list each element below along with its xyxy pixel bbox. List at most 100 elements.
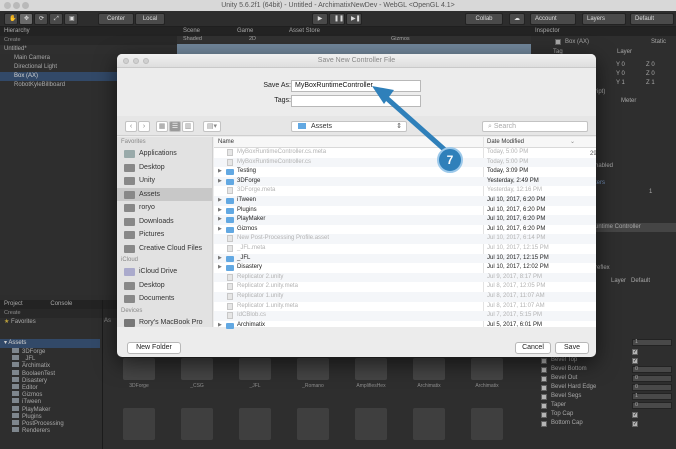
- pause-icon: ❚❚: [334, 16, 345, 22]
- file-row[interactable]: Replicator 2.unity.meta Jul 8, 2017, 12:0…: [214, 282, 596, 292]
- sidebar-item[interactable]: Applications: [117, 147, 212, 161]
- window-titlebar: Unity 5.6.2f1 (64bit) - Untitled - Archi…: [0, 0, 676, 11]
- document-icon: [227, 187, 233, 195]
- play-button[interactable]: ▶: [312, 13, 328, 25]
- file-row[interactable]: ▶ PlayMaker Jul 10, 2017, 6:20 PM: [214, 215, 596, 225]
- file-list: Name Date Modified ⌄ MyBoxRuntimeControl…: [214, 137, 596, 329]
- file-date: Jul 10, 2017, 12:15 PM: [487, 254, 549, 261]
- disclosure-triangle-icon[interactable]: ▶: [218, 206, 222, 216]
- document-icon: [227, 244, 233, 252]
- move-tool-button[interactable]: ✥: [19, 13, 33, 25]
- save-button[interactable]: Save: [555, 342, 589, 354]
- pivot-local-button[interactable]: Local: [135, 13, 165, 25]
- disclosure-triangle-icon[interactable]: ▶: [218, 196, 222, 206]
- file-row[interactable]: Replicator 2.unity Jul 9, 2017, 8:17 PM: [214, 272, 596, 283]
- sidebar-item[interactable]: roryo: [117, 201, 212, 215]
- chevron-left-icon: ‹: [129, 123, 133, 130]
- disclosure-triangle-icon[interactable]: ▶: [218, 177, 222, 187]
- step-button[interactable]: ▶❚: [346, 13, 362, 25]
- file-row[interactable]: Replicator 1.unity.meta Jul 8, 2017, 11:0…: [214, 302, 596, 312]
- chevron-right-icon: ›: [142, 123, 146, 130]
- file-row[interactable]: IdCBlob.cs Jul 7, 2017, 5:15 PM: [214, 311, 596, 321]
- minimize-window-button[interactable]: [13, 2, 20, 9]
- file-name: New Post-Processing Profile.asset: [237, 235, 330, 242]
- folder-icon: [124, 150, 135, 158]
- folder-icon: [124, 268, 135, 276]
- layout-dropdown[interactable]: Default: [630, 13, 674, 25]
- file-date: Jul 5, 2017, 6:01 PM: [487, 321, 543, 328]
- columns-icon: ▥: [184, 123, 192, 130]
- folder-icon: [226, 322, 234, 329]
- forward-button[interactable]: ›: [138, 121, 150, 132]
- cloud-button[interactable]: ☁: [509, 13, 525, 25]
- sidebar-item[interactable]: Rory's MacBook Pro: [117, 316, 212, 330]
- file-row[interactable]: 3DForge.meta Yesterday, 12:16 PM: [214, 186, 596, 196]
- arrange-button[interactable]: ▤▾: [203, 121, 221, 132]
- file-row[interactable]: _JFL.meta Jul 10, 2017, 12:15 PM: [214, 244, 596, 254]
- sidebar-item[interactable]: Downloads: [117, 215, 212, 229]
- file-row[interactable]: ▶ 3DForge Yesterday, 2:49 PM: [214, 176, 596, 187]
- sidebar-item[interactable]: Creative Cloud Files: [117, 242, 212, 256]
- sidebar-item[interactable]: Assets: [117, 187, 212, 201]
- column-view-button[interactable]: ▥: [182, 121, 194, 132]
- file-name: Plugins: [237, 206, 257, 213]
- file-date: Yesterday, 2:49 PM: [487, 177, 539, 184]
- file-row[interactable]: Replicator 1.unity Jul 8, 2017, 11:07 AM: [214, 291, 596, 302]
- file-date: Yesterday, 12:16 PM: [487, 187, 543, 194]
- list-view-button[interactable]: ☰: [169, 121, 181, 132]
- date-column-header[interactable]: Date Modified: [487, 137, 524, 148]
- file-row[interactable]: ▶ Disastery Jul 10, 2017, 12:02 PM: [214, 263, 596, 273]
- sidebar-item[interactable]: Pictures: [117, 228, 212, 242]
- file-row[interactable]: New Post-Processing Profile.asset Jul 10,…: [214, 234, 596, 244]
- pivot-center-button[interactable]: Center: [98, 13, 134, 25]
- sidebar-item[interactable]: iCloud Drive: [117, 265, 212, 279]
- scale-tool-button[interactable]: ⤢: [49, 13, 63, 25]
- disclosure-triangle-icon[interactable]: ▶: [218, 321, 222, 331]
- folder-icon: [298, 123, 306, 130]
- layers-dropdown[interactable]: Layers: [582, 13, 626, 25]
- name-column-header[interactable]: Name: [218, 137, 234, 148]
- back-button[interactable]: ‹: [125, 121, 137, 132]
- sidebar-item[interactable]: Documents: [117, 292, 212, 306]
- dialog-minimize-button[interactable]: [133, 58, 139, 64]
- file-row[interactable]: ▶ Archimatix Jul 5, 2017, 6:01 PM: [214, 321, 596, 331]
- new-folder-button[interactable]: New Folder: [127, 342, 181, 354]
- disclosure-triangle-icon[interactable]: ▶: [218, 263, 222, 273]
- icon-view-button[interactable]: ▦: [156, 121, 168, 132]
- folder-icon: [124, 295, 135, 303]
- folder-icon: [124, 177, 135, 185]
- rect-tool-button[interactable]: ▣: [64, 13, 78, 25]
- folder-icon: [124, 231, 135, 239]
- file-name: Gizmos: [237, 225, 258, 232]
- sidebar-section-header: Devices: [121, 307, 143, 314]
- scale-icon: ⤢: [54, 16, 59, 22]
- document-icon: [227, 283, 233, 291]
- sidebar-item[interactable]: Desktop: [117, 161, 212, 175]
- file-row[interactable]: ▶ Plugins Jul 10, 2017, 6:20 PM: [214, 206, 596, 216]
- cancel-button[interactable]: Cancel: [515, 342, 551, 354]
- collab-button[interactable]: Collab: [465, 13, 503, 25]
- sidebar-item[interactable]: Desktop: [117, 279, 212, 293]
- dialog-close-button[interactable]: [123, 58, 129, 64]
- search-field[interactable]: ⌕ Search: [482, 121, 588, 132]
- file-row[interactable]: ▶ Gizmos Jul 10, 2017, 6:20 PM: [214, 225, 596, 235]
- disclosure-triangle-icon[interactable]: ▶: [218, 254, 222, 264]
- account-dropdown[interactable]: Account: [530, 13, 576, 25]
- disclosure-triangle-icon[interactable]: ▶: [218, 225, 222, 235]
- file-row[interactable]: ▶ iTween Jul 10, 2017, 6:20 PM: [214, 195, 596, 206]
- sidebar-item[interactable]: Unity: [117, 174, 212, 188]
- close-window-button[interactable]: [4, 2, 11, 9]
- zoom-window-button[interactable]: [22, 2, 29, 9]
- file-name: MyBoxRuntimeController.cs.meta: [237, 149, 327, 155]
- pause-button[interactable]: ❚❚: [329, 13, 345, 25]
- document-icon: [227, 273, 233, 281]
- dialog-zoom-button[interactable]: [143, 58, 149, 64]
- rotate-tool-button[interactable]: ⟳: [34, 13, 48, 25]
- hand-tool-button[interactable]: ✋: [4, 13, 18, 25]
- folder-icon: [226, 178, 234, 185]
- file-row[interactable]: ▶ _JFL Jul 10, 2017, 12:15 PM: [214, 253, 596, 264]
- file-name: _JFL.meta: [237, 244, 266, 251]
- disclosure-triangle-icon[interactable]: ▶: [218, 215, 222, 225]
- disclosure-triangle-icon[interactable]: ▶: [218, 167, 222, 177]
- file-row[interactable]: ▶ Testing Today, 3:09 PM: [214, 167, 596, 177]
